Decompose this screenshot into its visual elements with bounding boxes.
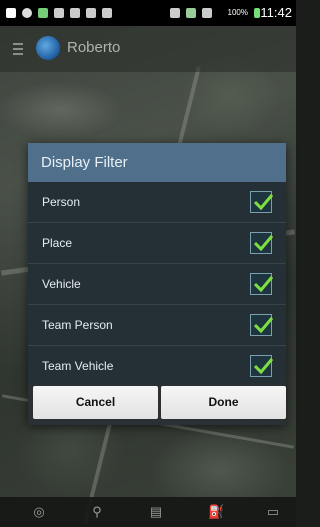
list-icon[interactable]: ▤ xyxy=(149,505,163,519)
chat-icon[interactable]: ▭ xyxy=(266,505,280,519)
filter-label: Team Person xyxy=(42,318,113,332)
dialog-buttons: Cancel Done xyxy=(28,383,286,425)
display-filter-dialog: Display Filter Person Place Vehicle Team… xyxy=(28,143,286,425)
android-icon xyxy=(38,8,48,18)
home-icon xyxy=(86,8,96,18)
nfc-icon xyxy=(170,8,180,18)
filter-row-team-person[interactable]: Team Person xyxy=(28,305,286,346)
filter-row-place[interactable]: Place xyxy=(28,223,286,264)
wifi-signal-icon xyxy=(186,8,196,18)
checkbox-person[interactable] xyxy=(250,191,274,213)
clock: 11:42 xyxy=(260,5,292,20)
wifi-icon xyxy=(102,8,112,18)
check-icon xyxy=(253,194,274,211)
checkbox-place[interactable] xyxy=(250,232,274,254)
filter-label: Place xyxy=(42,236,73,250)
filter-label: Vehicle xyxy=(42,277,81,291)
globe-icon[interactable] xyxy=(36,36,60,60)
dialog-title: Display Filter xyxy=(28,143,286,182)
bottom-toolbar: ◎ ⚲ ▤ ⛽ ▭ xyxy=(0,497,296,527)
status-bar: 100% 11:42 xyxy=(0,0,296,26)
locate-icon[interactable]: ◎ xyxy=(32,505,46,519)
check-icon xyxy=(253,276,274,293)
search-icon[interactable]: ⚲ xyxy=(90,505,104,519)
battery-icon xyxy=(254,8,260,18)
gps-icon xyxy=(22,8,32,18)
checkbox-vehicle[interactable] xyxy=(250,273,274,295)
cancel-button[interactable]: Cancel xyxy=(33,386,158,419)
signal-icon xyxy=(202,8,212,18)
check-icon xyxy=(253,317,274,334)
message-icon xyxy=(54,8,64,18)
battery-percent: 100% xyxy=(227,8,248,17)
notification-icon xyxy=(6,8,16,18)
filter-label: Team Vehicle xyxy=(42,359,114,373)
filter-row-person[interactable]: Person xyxy=(28,182,286,223)
hamburger-icon[interactable] xyxy=(13,43,23,58)
filter-row-vehicle[interactable]: Vehicle xyxy=(28,264,286,305)
filter-label: Person xyxy=(42,195,81,209)
filter-row-team-vehicle[interactable]: Team Vehicle xyxy=(28,346,286,387)
done-button[interactable]: Done xyxy=(161,386,286,419)
action-bar: Roberto xyxy=(0,26,296,72)
checkbox-team-vehicle[interactable] xyxy=(250,355,274,377)
mail-icon xyxy=(70,8,80,18)
checkbox-team-person[interactable] xyxy=(250,314,274,336)
app-title: Roberto xyxy=(67,39,121,56)
fuel-icon[interactable]: ⛽ xyxy=(208,505,224,519)
check-icon xyxy=(253,358,274,375)
check-icon xyxy=(253,235,274,252)
